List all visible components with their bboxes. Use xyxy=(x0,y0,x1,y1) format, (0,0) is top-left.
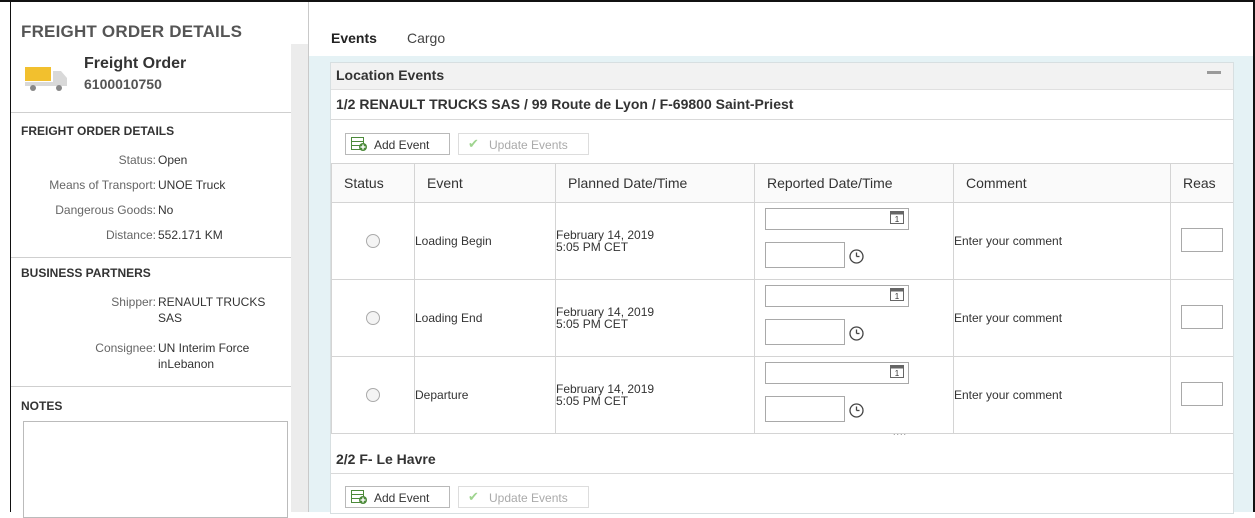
calendar-icon[interactable]: 1 xyxy=(890,364,904,378)
update-events-label: Update Events xyxy=(489,491,568,505)
table-row: Loading Begin February 14, 2019 5:05 PM … xyxy=(331,202,1233,280)
collapse-icon[interactable] xyxy=(1207,71,1221,74)
comment-field[interactable]: Enter your comment xyxy=(953,279,1171,357)
partner-label: Shipper: xyxy=(111,295,156,309)
table-header-row: Status Event Planned Date/Time Reported … xyxy=(331,163,1233,203)
event-name: Loading Begin xyxy=(414,202,556,280)
column-header-comment: Comment xyxy=(953,163,1171,203)
clock-icon[interactable] xyxy=(849,326,864,341)
reported-datetime-cell: 1 xyxy=(754,202,954,280)
add-event-label: Add Event xyxy=(374,491,430,505)
planned-datetime: February 14, 2019 5:05 PM CET xyxy=(555,356,755,434)
reported-date-input[interactable] xyxy=(765,362,909,384)
freight-order-number: 6100010750 xyxy=(84,76,162,92)
event-name: Loading End xyxy=(414,279,556,357)
planned-datetime: February 14, 2019 5:05 PM CET xyxy=(555,202,755,280)
reported-time-input[interactable] xyxy=(765,242,845,268)
location-2-title: 2/2 F- Le Havre xyxy=(336,451,436,467)
reported-time-input[interactable] xyxy=(765,319,845,345)
add-event-icon xyxy=(351,490,367,504)
reason-cell xyxy=(1170,202,1233,280)
table-row: Departure February 14, 2019 5:05 PM CET … xyxy=(331,356,1233,434)
location-events-title: Location Events xyxy=(336,67,445,83)
divider xyxy=(331,119,1233,120)
calendar-icon[interactable]: 1 xyxy=(890,287,904,301)
comment-field[interactable]: Enter your comment xyxy=(953,356,1171,434)
svg-text:1: 1 xyxy=(895,215,900,224)
detail-label: Distance: xyxy=(105,228,156,242)
detail-value: Open xyxy=(158,153,188,167)
planned-time: 5:05 PM CET xyxy=(556,317,629,331)
details-section-title: FREIGHT ORDER DETAILS xyxy=(21,124,175,138)
add-event-button[interactable]: Add Event xyxy=(345,486,450,508)
detail-label: Dangerous Goods: xyxy=(55,203,156,217)
detail-label: Status: xyxy=(118,153,156,167)
location-events-header: Location Events xyxy=(331,63,1233,90)
status-radio[interactable] xyxy=(366,311,380,325)
freight-order-title: Freight Order xyxy=(84,55,187,72)
divider xyxy=(11,386,291,387)
clock-icon[interactable] xyxy=(849,249,864,264)
event-name: Departure xyxy=(414,356,556,434)
divider xyxy=(331,473,1233,474)
truck-icon xyxy=(25,67,67,91)
resize-indicator[interactable]: .... xyxy=(893,427,907,437)
table-row: Loading End February 14, 2019 5:05 PM CE… xyxy=(331,279,1233,357)
planned-datetime: February 14, 2019 5:05 PM CET xyxy=(555,279,755,357)
location-events-card: Location Events 1/2 RENAULT TRUCKS SAS /… xyxy=(330,62,1234,514)
update-events-button[interactable]: ✔ Update Events xyxy=(458,133,589,155)
panel-title: FREIGHT ORDER DETAILS xyxy=(21,22,243,41)
svg-text:1: 1 xyxy=(895,369,900,378)
reported-time-input[interactable] xyxy=(765,396,845,422)
status-radio[interactable] xyxy=(366,388,380,402)
update-events-button[interactable]: ✔ Update Events xyxy=(458,486,589,508)
divider xyxy=(11,257,291,258)
notes-section-title: NOTES xyxy=(21,399,63,413)
planned-time: 5:05 PM CET xyxy=(556,240,629,254)
location-1-title: 1/2 RENAULT TRUCKS SAS / 99 Route de Lyo… xyxy=(336,96,794,112)
svg-text:1: 1 xyxy=(895,292,900,301)
comment-field[interactable]: Enter your comment xyxy=(953,202,1171,280)
left-panel-scrollbar[interactable] xyxy=(291,44,308,512)
partners-section-title: BUSINESS PARTNERS xyxy=(21,266,151,280)
status-radio[interactable] xyxy=(366,234,380,248)
reported-datetime-cell: 1 xyxy=(754,279,954,357)
column-header-reported: Reported Date/Time xyxy=(754,163,954,203)
events-table: Status Event Planned Date/Time Reported … xyxy=(331,163,1233,434)
detail-value: No xyxy=(158,203,174,217)
tab-bar: Events Cargo xyxy=(309,2,1253,56)
freight-order-details-panel: FREIGHT ORDER DETAILS Freight Order 6100… xyxy=(11,2,291,518)
detail-value: 552.171 KM xyxy=(158,228,223,242)
tab-events[interactable]: Events xyxy=(331,30,377,46)
detail-value: UNOE Truck xyxy=(158,178,226,192)
add-event-button[interactable]: Add Event xyxy=(345,133,450,155)
checkmark-icon: ✔ xyxy=(468,489,479,504)
notes-textarea[interactable] xyxy=(23,421,288,518)
tab-cargo[interactable]: Cargo xyxy=(407,30,445,46)
calendar-icon[interactable]: 1 xyxy=(890,210,904,224)
reason-cell xyxy=(1170,279,1233,357)
column-header-reason: Reas xyxy=(1170,163,1233,203)
checkmark-icon: ✔ xyxy=(468,136,479,151)
column-header-status: Status xyxy=(331,163,415,203)
reason-input[interactable] xyxy=(1181,382,1223,406)
partner-label: Consignee: xyxy=(95,341,156,355)
divider xyxy=(11,112,291,113)
partner-value: RENAULT TRUCKS SAS xyxy=(158,295,266,325)
add-event-label: Add Event xyxy=(374,138,430,152)
reason-input[interactable] xyxy=(1181,305,1223,329)
reason-cell xyxy=(1170,356,1233,434)
reported-date-input[interactable] xyxy=(765,208,909,230)
reported-date-input[interactable] xyxy=(765,285,909,307)
partner-value: UN Interim Force inLebanon xyxy=(158,341,250,371)
detail-label: Means of Transport: xyxy=(49,178,156,192)
add-event-icon xyxy=(351,137,367,151)
planned-time: 5:05 PM CET xyxy=(556,394,629,408)
column-header-planned: Planned Date/Time xyxy=(555,163,755,203)
update-events-label: Update Events xyxy=(489,138,568,152)
clock-icon[interactable] xyxy=(849,403,864,418)
reason-input[interactable] xyxy=(1181,228,1223,252)
reported-datetime-cell: 1 xyxy=(754,356,954,434)
column-header-event: Event xyxy=(414,163,556,203)
